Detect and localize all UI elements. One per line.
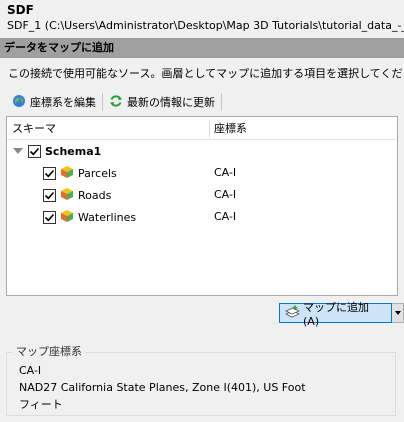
item-checkbox[interactable] xyxy=(43,166,56,180)
edit-coordinate-system-button[interactable]: 座標系を編集 xyxy=(8,91,100,113)
tree-row-item[interactable]: Roads CA-I xyxy=(7,185,397,205)
feature-class-icon xyxy=(60,165,74,182)
section-title: データをマップに追加 xyxy=(0,38,404,58)
item-cs: CA-I xyxy=(214,166,237,179)
add-layer-icon xyxy=(284,305,300,322)
group-legend: マップ座標系 xyxy=(13,345,85,359)
schema-checkbox[interactable] xyxy=(28,144,41,158)
column-header-schema[interactable]: スキーマ xyxy=(12,121,56,137)
add-to-map-split-button: マップに追加(A) xyxy=(279,301,404,328)
item-checkbox[interactable] xyxy=(43,188,56,202)
provider-title: SDF xyxy=(7,3,34,17)
schema-tree[interactable]: スキーマ 座標系 Schema1 Parcels CA-I Roads CA-I… xyxy=(6,116,398,296)
connection-path: SDF_1 (C:\Users\Administrator\Desktop\Ma… xyxy=(7,19,404,32)
tree-row-schema[interactable]: Schema1 xyxy=(7,141,397,161)
map-cs-unit: フィート xyxy=(19,398,63,411)
item-cs: CA-I xyxy=(214,188,237,201)
check-icon xyxy=(29,147,40,155)
feature-class-icon xyxy=(60,187,74,204)
toolbar: 座標系を編集 最新の情報に更新 xyxy=(8,90,224,114)
edit-coordinate-system-label: 座標系を編集 xyxy=(30,96,96,109)
map-coordinate-system-group: マップ座標系 CA-I NAD27 California State Plane… xyxy=(6,345,396,416)
chevron-down-icon[interactable] xyxy=(13,148,23,154)
schema-name: Schema1 xyxy=(45,144,102,158)
refresh-button[interactable]: 最新の情報に更新 xyxy=(105,91,219,113)
item-name: Waterlines xyxy=(78,210,137,224)
feature-class-icon xyxy=(60,209,74,226)
globe-icon xyxy=(12,94,26,111)
header-underline xyxy=(7,139,397,140)
description-text: この接続で使用可能なソース。画層としてマップに追加する項目を選択してください。 xyxy=(8,67,404,80)
tree-row-item[interactable]: Parcels CA-I xyxy=(7,163,397,183)
check-icon xyxy=(44,169,55,177)
refresh-label: 最新の情報に更新 xyxy=(127,96,215,109)
column-divider[interactable] xyxy=(209,120,210,138)
add-to-map-button[interactable]: マップに追加(A) xyxy=(279,301,393,328)
refresh-icon xyxy=(109,94,123,111)
item-cs: CA-I xyxy=(214,210,237,223)
check-icon xyxy=(44,191,55,199)
map-cs-description: NAD27 California State Planes, Zone I(40… xyxy=(19,381,306,394)
toolbar-separator xyxy=(102,93,103,111)
tree-row-item[interactable]: Waterlines CA-I xyxy=(7,207,397,227)
item-checkbox[interactable] xyxy=(43,210,56,224)
item-name: Parcels xyxy=(78,166,117,180)
map-cs-code: CA-I xyxy=(19,364,42,377)
item-name: Roads xyxy=(78,188,112,202)
check-icon xyxy=(44,213,55,221)
add-to-map-dropdown[interactable] xyxy=(392,303,404,323)
add-to-map-label: マップに追加(A) xyxy=(303,300,369,328)
toolbar-separator xyxy=(221,93,222,111)
chevron-down-icon xyxy=(394,311,401,315)
column-header-cs[interactable]: 座標系 xyxy=(214,121,247,137)
